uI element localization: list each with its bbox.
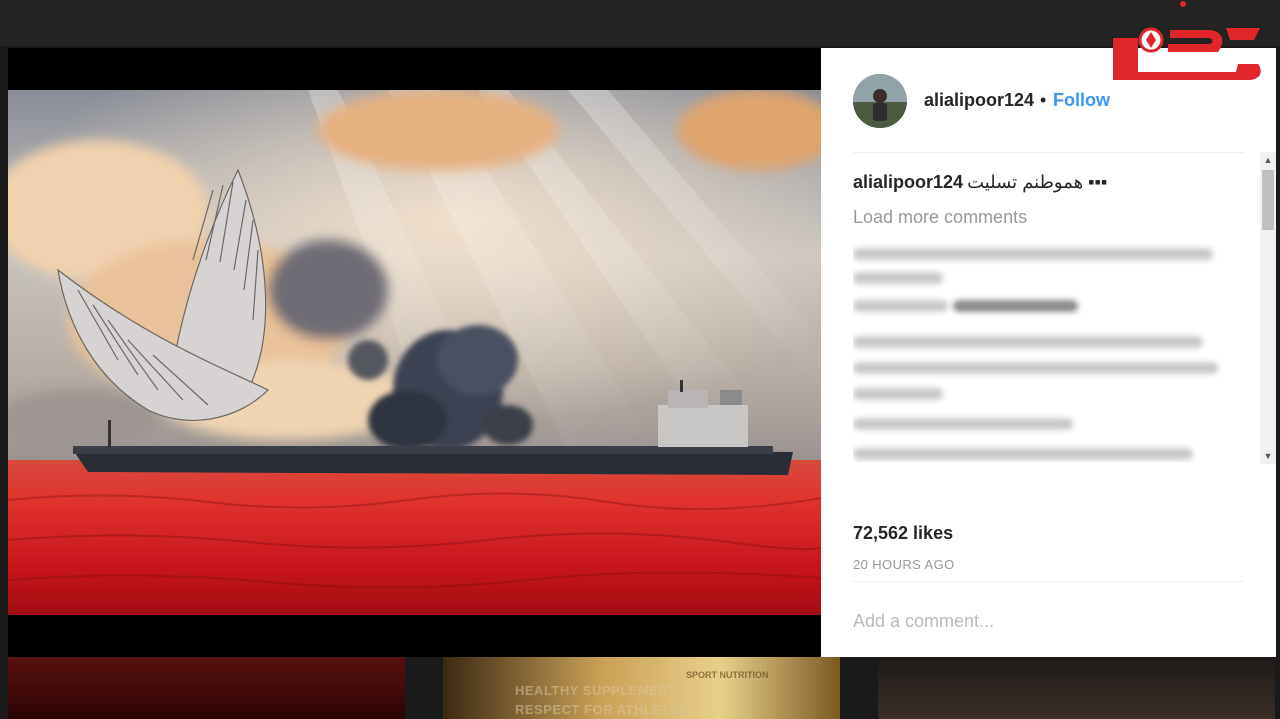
post-username[interactable]: alialipoor124: [924, 90, 1034, 111]
post-media: [8, 48, 821, 657]
top-bar: [0, 0, 1280, 46]
scroll-down-arrow-icon[interactable]: ▼: [1260, 448, 1276, 464]
ad-brand-text: SPORT NUTRITION: [686, 670, 769, 680]
feed-thumbnail-1[interactable]: [8, 657, 405, 719]
caption-text: هموطنم تسلیت ▪▪▪: [967, 172, 1108, 192]
blurred-comment-line: [853, 388, 943, 400]
post-caption: alialipoor124 هموطنم تسلیت ▪▪▪: [853, 172, 1107, 193]
add-comment-input[interactable]: Add a comment...: [853, 611, 994, 632]
likes-count[interactable]: 72,562 likes: [853, 523, 953, 544]
blurred-comment-line: [853, 418, 1073, 430]
post-side-panel: alialipoor124 • Follow alialipoor124 هموط…: [821, 48, 1276, 657]
blurred-comment-line: [853, 248, 1213, 260]
caption-username[interactable]: alialipoor124: [853, 172, 963, 192]
instagram-post-modal-page: SPORT NUTRITION HEALTHY SUPPLEMENT RESPE…: [0, 0, 1280, 719]
comments-scrollbar[interactable]: ▲ ▼: [1260, 152, 1276, 464]
follow-button[interactable]: Follow: [1053, 90, 1110, 111]
site-watermark-logo: [1108, 0, 1268, 90]
blurred-comment-line: [853, 272, 943, 284]
ad-text-line-2: RESPECT FOR ATHLETES: [515, 702, 689, 717]
user-avatar[interactable]: [853, 74, 907, 128]
blurred-comment-line: [853, 448, 1193, 460]
blurred-comments: [853, 238, 1223, 462]
blurred-comment-line: [853, 362, 1218, 374]
blurred-comment-line: [953, 300, 1078, 312]
feed-thumbnail-3[interactable]: [878, 657, 1275, 719]
comments-list[interactable]: alialipoor124 هموطنم تسلیت ▪▪▪ Load more …: [853, 160, 1260, 462]
scroll-up-arrow-icon[interactable]: ▲: [1260, 152, 1276, 168]
rokna-logo-icon: [1113, 1, 1261, 80]
footer-divider: [853, 581, 1244, 582]
post-photo: [8, 90, 821, 615]
tanker-angel-wings-image: [8, 90, 821, 615]
header-divider: [853, 152, 1244, 153]
scrollbar-thumb[interactable]: [1262, 170, 1274, 230]
ad-text-line-1: HEALTHY SUPPLEMENT: [515, 683, 677, 698]
post-timestamp[interactable]: 20 HOURS AGO: [853, 557, 955, 572]
blurred-comment-line: [853, 336, 1203, 348]
load-more-comments-button[interactable]: Load more comments: [853, 207, 1027, 228]
blurred-comment-line: [853, 300, 948, 312]
separator-dot: •: [1040, 90, 1047, 110]
